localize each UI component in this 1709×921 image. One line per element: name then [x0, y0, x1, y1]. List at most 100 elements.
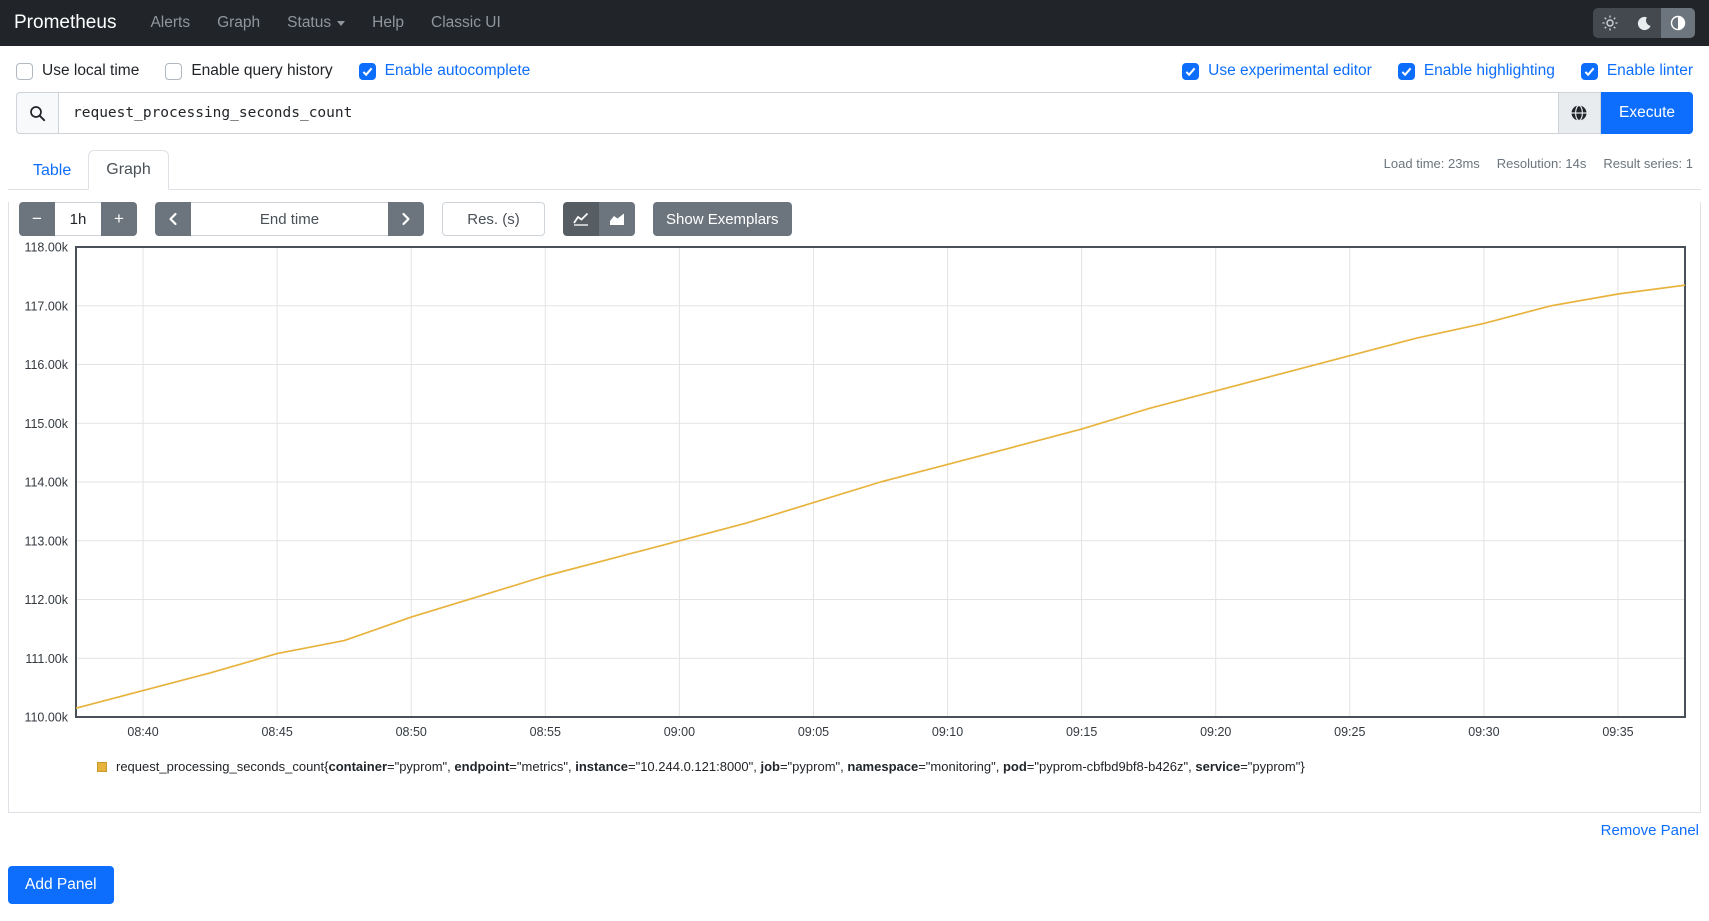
checkbox-enable-highlighting[interactable]: Enable highlighting — [1398, 62, 1555, 80]
chart-legend: request_processing_seconds_count{contain… — [97, 759, 1690, 774]
checkbox-label: Enable query history — [191, 62, 332, 80]
legend-label-key: instance — [575, 759, 628, 774]
checkbox-label: Use local time — [42, 62, 139, 80]
theme-auto-button[interactable] — [1661, 8, 1695, 38]
query-input-group: request_processing_seconds_count Execute — [16, 92, 1693, 134]
decrease-range-button[interactable]: − — [19, 202, 55, 236]
check-icon — [1584, 66, 1595, 77]
theme-toggle-group — [1593, 8, 1695, 38]
nav-item-status[interactable]: Status — [287, 14, 345, 32]
checkbox-box — [359, 63, 376, 80]
checkbox-enable-linter[interactable]: Enable linter — [1581, 62, 1693, 80]
svg-text:09:10: 09:10 — [932, 725, 963, 739]
nav-item-label: Status — [287, 14, 331, 32]
svg-text:09:20: 09:20 — [1200, 725, 1231, 739]
svg-text:08:40: 08:40 — [127, 725, 158, 739]
nav-item-alerts[interactable]: Alerts — [150, 14, 190, 32]
svg-text:114.00k: 114.00k — [24, 476, 68, 490]
svg-text:09:15: 09:15 — [1066, 725, 1097, 739]
svg-text:08:55: 08:55 — [530, 725, 561, 739]
series-label: request_processing_seconds_count{contain… — [116, 759, 1305, 774]
panel-footer: Remove Panel — [8, 813, 1701, 840]
legend-label-key: job — [760, 759, 780, 774]
svg-text:08:45: 08:45 — [261, 725, 292, 739]
svg-text:118.00k: 118.00k — [24, 241, 68, 255]
checkbox-box — [1581, 63, 1598, 80]
resolution-stat: Resolution: 14s — [1497, 156, 1587, 171]
x-axis-labels: 08:4008:4508:5008:5509:0009:0509:1009:15… — [127, 725, 1633, 739]
check-icon — [1185, 66, 1196, 77]
checkbox-enable-autocomplete[interactable]: Enable autocomplete — [359, 62, 531, 80]
end-time-input[interactable] — [191, 202, 388, 236]
tab-table[interactable]: Table — [16, 152, 88, 190]
remove-panel-link[interactable]: Remove Panel — [1601, 822, 1699, 839]
load-time-stat: Load time: 23ms — [1384, 156, 1480, 171]
legend-label-key: service — [1195, 759, 1240, 774]
options-bar: Use local time Enable query history Enab… — [0, 46, 1709, 92]
legend-label-key: pod — [1003, 759, 1027, 774]
nav-item-graph[interactable]: Graph — [217, 14, 260, 32]
query-bar: request_processing_seconds_count Execute — [0, 92, 1709, 134]
chevron-down-icon — [337, 21, 345, 26]
search-icon — [16, 92, 58, 134]
query-stats: Load time: 23ms Resolution: 14s Result s… — [1384, 156, 1693, 189]
check-icon — [362, 66, 373, 77]
checkbox-label: Use experimental editor — [1208, 62, 1372, 80]
chart-area: 118.00k117.00k116.00k115.00k114.00k113.0… — [19, 237, 1690, 774]
legend-label-key: namespace — [847, 759, 918, 774]
nav-item-help[interactable]: Help — [372, 14, 404, 32]
legend-label-key: endpoint — [454, 759, 509, 774]
query-expression-input[interactable]: request_processing_seconds_count — [58, 92, 1559, 134]
execute-button[interactable]: Execute — [1601, 92, 1693, 134]
legend-label-key: container — [328, 759, 387, 774]
nav-item-label: Classic UI — [431, 14, 501, 32]
y-axis-labels: 118.00k117.00k116.00k115.00k114.00k113.0… — [24, 241, 68, 725]
resolution-input[interactable] — [442, 202, 545, 236]
nav-item-label: Graph — [217, 14, 260, 32]
metrics-explorer-button[interactable] — [1559, 92, 1601, 134]
checkbox-box — [1182, 63, 1199, 80]
checkbox-label: Enable autocomplete — [385, 62, 531, 80]
checkbox-use-experimental-editor[interactable]: Use experimental editor — [1182, 62, 1372, 80]
svg-text:116.00k: 116.00k — [24, 358, 68, 372]
checkbox-box — [165, 63, 182, 80]
globe-icon — [1570, 104, 1588, 122]
time-series-chart[interactable]: 118.00k117.00k116.00k115.00k114.00k113.0… — [19, 237, 1702, 745]
forward-time-button[interactable] — [388, 202, 424, 236]
app-brand[interactable]: Prometheus — [14, 12, 116, 34]
stacked-chart-button[interactable] — [599, 202, 635, 236]
svg-text:08:50: 08:50 — [396, 725, 427, 739]
svg-text:112.00k: 112.00k — [24, 593, 68, 607]
range-input[interactable] — [55, 202, 101, 236]
nav-item-label: Alerts — [150, 14, 190, 32]
moon-icon — [1637, 16, 1652, 31]
svg-text:117.00k: 117.00k — [24, 299, 68, 313]
sun-icon — [1602, 15, 1618, 31]
svg-text:111.00k: 111.00k — [25, 652, 68, 666]
chevron-left-icon — [167, 212, 179, 226]
time-control-group — [155, 202, 424, 236]
series-color-swatch — [97, 762, 107, 772]
svg-text:115.00k: 115.00k — [24, 417, 68, 431]
checkbox-enable-query-history[interactable]: Enable query history — [165, 62, 332, 80]
stacked-chart-icon — [609, 212, 625, 226]
checkbox-label: Enable highlighting — [1424, 62, 1555, 80]
increase-range-button[interactable]: + — [101, 202, 137, 236]
theme-light-button[interactable] — [1593, 8, 1627, 38]
show-exemplars-button[interactable]: Show Exemplars — [653, 202, 792, 236]
rewind-time-button[interactable] — [155, 202, 191, 236]
theme-dark-button[interactable] — [1627, 8, 1661, 38]
circle-half-icon — [1670, 15, 1686, 31]
nav-item-classic-ui[interactable]: Classic UI — [431, 14, 501, 32]
svg-text:09:05: 09:05 — [798, 725, 829, 739]
navbar: Prometheus Alerts Graph Status Help Clas… — [0, 0, 1709, 46]
check-icon — [1401, 66, 1412, 77]
checkbox-use-local-time[interactable]: Use local time — [16, 62, 139, 80]
range-control-group: − + — [19, 202, 137, 236]
add-panel-button[interactable]: Add Panel — [8, 866, 114, 904]
tab-strip: Table Graph Load time: 23ms Resolution: … — [8, 150, 1701, 190]
checkbox-box — [1398, 63, 1415, 80]
graph-controls: − + — [19, 202, 1690, 236]
tab-graph[interactable]: Graph — [88, 150, 168, 190]
line-chart-button[interactable] — [563, 202, 599, 236]
